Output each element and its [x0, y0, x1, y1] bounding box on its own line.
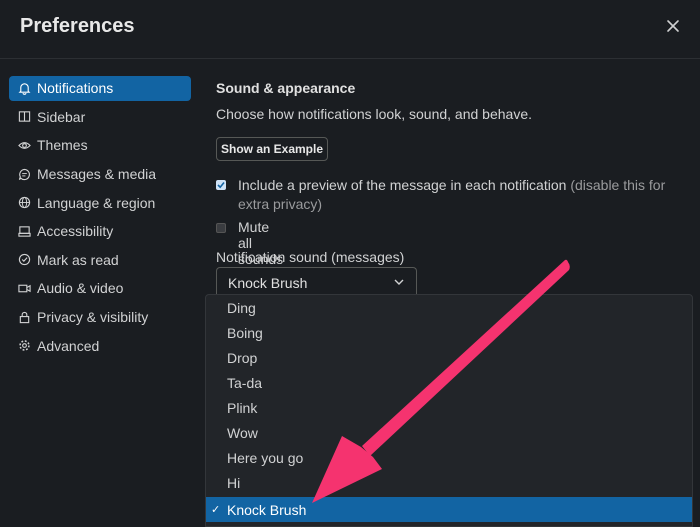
sidebar-item-label: Messages & media — [37, 166, 157, 183]
sidebar-item-privacy-visibility[interactable]: Privacy & visibility — [9, 305, 191, 330]
sidebar-item-label: Accessibility — [37, 223, 114, 240]
dropdown-option-ta-da[interactable]: Ta-da — [206, 370, 692, 395]
dropdown-option-knock-brush[interactable]: ✓ Knock Brush — [206, 497, 692, 522]
dropdown-option-wow[interactable]: Wow — [206, 420, 692, 445]
sidebar-item-sidebar[interactable]: Sidebar — [9, 105, 191, 130]
sidebar-item-label: Notifications — [37, 80, 114, 97]
preview-checkbox-row: Include a preview of the message in each… — [216, 176, 698, 214]
sidebar-item-language-region[interactable]: Language & region — [9, 190, 191, 215]
dropdown-option-plink[interactable]: Plink — [206, 395, 692, 420]
close-icon[interactable] — [664, 17, 682, 35]
sidebar-icon — [17, 110, 31, 124]
sidebar-item-notifications[interactable]: Notifications — [9, 76, 191, 101]
check-circle-icon — [17, 253, 31, 267]
sound-options-dropdown: Ding Boing Drop Ta-da Plink Wow Here you… — [205, 294, 693, 527]
preferences-sidebar: Notifications Sidebar Themes Messages & … — [9, 76, 191, 362]
sidebar-item-accessibility[interactable]: Accessibility — [9, 219, 191, 244]
select-value: Knock Brush — [228, 275, 308, 291]
sidebar-item-label: Audio & video — [37, 280, 124, 297]
eye-icon — [17, 138, 31, 152]
sidebar-item-audio-video[interactable]: Audio & video — [9, 276, 191, 301]
dialog-title: Preferences — [20, 15, 135, 37]
lock-icon — [17, 310, 31, 324]
sidebar-item-label: Mark as read — [37, 251, 119, 268]
preview-checkbox[interactable] — [216, 180, 226, 190]
sidebar-item-themes[interactable]: Themes — [9, 133, 191, 158]
notification-sound-label: Notification sound (messages) — [216, 249, 405, 265]
keyboard-icon — [17, 224, 31, 238]
option-label: Knock Brush — [227, 501, 307, 518]
dropdown-option-hi[interactable]: Hi — [206, 470, 692, 495]
video-icon — [17, 281, 31, 295]
sidebar-item-messages-media[interactable]: Messages & media — [9, 162, 191, 187]
chevron-down-icon — [394, 279, 404, 285]
sidebar-item-mark-as-read[interactable]: Mark as read — [9, 248, 191, 273]
dropdown-option-ding[interactable]: Ding — [206, 295, 692, 320]
preview-checkbox-label: Include a preview of the message in each… — [238, 177, 567, 193]
sidebar-item-label: Sidebar — [37, 108, 86, 125]
gear-icon — [17, 339, 31, 353]
check-icon: ✓ — [211, 504, 221, 516]
section-title: Sound & appearance — [216, 80, 356, 96]
mute-checkbox[interactable] — [216, 223, 226, 233]
sidebar-item-advanced[interactable]: Advanced — [9, 333, 191, 358]
sidebar-item-label: Themes — [37, 137, 88, 154]
sidebar-item-label: Privacy & visibility — [37, 309, 149, 326]
section-description: Choose how notifications look, sound, an… — [216, 106, 532, 122]
globe-icon — [17, 196, 31, 210]
dialog-header: Preferences — [0, 0, 700, 59]
sidebar-item-label: Language & region — [37, 194, 156, 211]
dropdown-option-boing[interactable]: Boing — [206, 320, 692, 345]
show-example-button[interactable]: Show an Example — [216, 137, 328, 161]
dropdown-option-here-you-go[interactable]: Here you go — [206, 445, 692, 470]
checkmark-icon — [217, 181, 225, 189]
dropdown-option-drop[interactable]: Drop — [206, 345, 692, 370]
sidebar-item-label: Advanced — [37, 337, 100, 354]
bell-icon — [17, 81, 31, 95]
message-icon — [17, 167, 31, 181]
